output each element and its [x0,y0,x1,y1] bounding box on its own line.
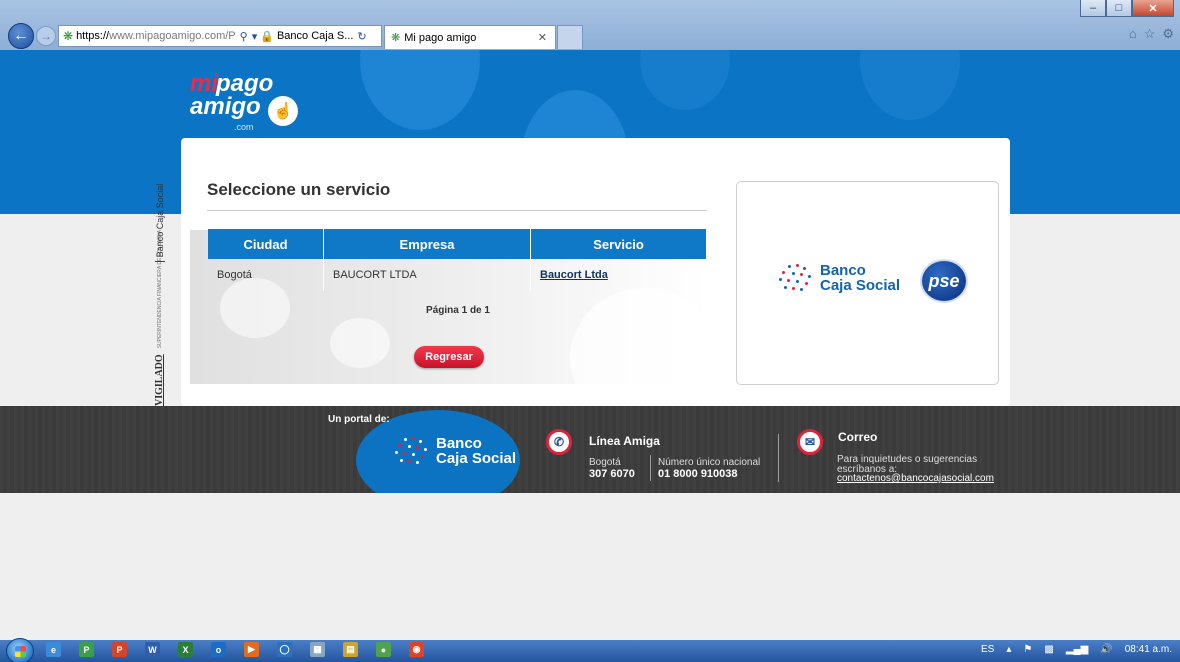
panel-decoration [330,318,390,368]
network-icon[interactable]: ▩ [1044,644,1053,655]
bank-name-line2: Caja Social [820,277,901,294]
tab-title: Mi pago amigo [404,31,477,44]
service-link[interactable]: Baucort Ltda [540,269,608,281]
vigilado-label: VIGILADO [154,354,165,406]
column-header-ciudad: Ciudad [208,229,324,259]
footer-bank-logo[interactable]: Banco Caja Social [394,436,516,466]
back-to-previous-button[interactable]: Regresar [414,346,484,368]
maximize-button[interactable]: □ [1106,0,1132,17]
header-decoration [860,50,960,120]
close-window-button[interactable]: ✕ [1132,0,1174,17]
page-title: Seleccione un servicio [207,180,391,199]
dropdown-arrow-icon[interactable]: ▾ [252,30,258,43]
outlook-icon[interactable]: o [211,642,226,657]
clock[interactable]: 08:41 a.m. [1125,644,1172,655]
internet-explorer-icon[interactable]: e [46,642,61,657]
bank-dots-icon [778,263,814,293]
window-title-bar [0,0,1180,18]
header-decoration [640,50,730,110]
site-identity[interactable]: Banco Caja S... [277,30,353,42]
column-header-servicio: Servicio [593,236,644,252]
pse-label: pse [928,270,960,291]
show-hidden-icons-icon[interactable]: ▴ [1006,644,1011,655]
table-header: Ciudad Empresa Servicio [208,229,706,259]
regulatory-badge: VIGILADO SUPERINTENDENCIA FINANCIERA DE … [140,176,168,406]
network-app-icon[interactable]: ● [376,642,391,657]
url-host: www.mipagoamigo.com [109,30,226,42]
media-player-icon[interactable]: ▶ [244,642,259,657]
search-icon[interactable]: ⚲ [240,30,248,43]
bank-name-line1: Banco [820,262,866,279]
footer-divider [778,434,779,482]
column-header-empresa: Empresa [324,229,531,259]
phone-divider [650,455,651,481]
linea-amiga-title: Línea Amiga [589,434,660,448]
cell-ciudad: Bogotá [208,259,324,291]
bogota-label: Bogotá [589,457,621,468]
volume-icon[interactable]: 🔊 [1100,644,1112,655]
minimize-button[interactable]: – [1080,0,1106,17]
national-phone: 01 8000 910038 [658,468,738,480]
lock-icon[interactable]: 🔒 [260,30,274,43]
mail-icon: ✉ [797,429,823,455]
settings-gear-icon[interactable]: ⚙ [1162,26,1174,42]
taskbar-apps: e P P W X o ▶ ◯ ▦ ▤ ● ◉ [46,642,424,657]
cell-empresa: BAUCORT LTDA [324,259,531,291]
correo-title: Correo [838,430,878,444]
start-button[interactable] [6,638,34,662]
footer-bank-name-line1: Banco [436,435,482,452]
action-center-flag-icon[interactable]: ⚑ [1023,644,1032,655]
document-icon[interactable]: ▦ [310,642,325,657]
signal-icon[interactable]: ▂▄▆ [1066,644,1088,655]
footer-bank-dots-icon [394,436,430,466]
chrome-icon[interactable]: ◉ [409,642,424,657]
window-controls: – □ ✕ [1080,0,1174,17]
national-label: Número único nacional [658,457,761,468]
superintendencia-label: SUPERINTENDENCIA FINANCIERA DE COLOMBIA [156,229,163,349]
pointing-hand-icon: ☝ [268,96,298,126]
tab-favicon-icon: ❋ [391,32,401,44]
url-scheme: https:// [76,30,110,42]
url-path: /P [225,30,236,42]
home-icon[interactable]: ⌂ [1129,26,1137,42]
pagination-label: Página 1 de 1 [426,305,490,316]
title-divider [207,210,707,211]
powerpoint-icon[interactable]: P [112,642,127,657]
word-icon[interactable]: W [145,642,160,657]
site-favicon-icon: ❋ [63,29,74,43]
refresh-icon[interactable]: ↻ [357,30,366,43]
portal-label: Un portal de: [328,414,390,425]
address-bar[interactable]: ❋ https://www.mipagoamigo.com/P ⚲ ▾ 🔒 Ba… [58,25,382,47]
new-tab-button[interactable] [557,25,583,49]
pse-logo: pse [920,259,968,303]
close-tab-icon[interactable]: ✕ [538,31,547,44]
excel-icon[interactable]: X [178,642,193,657]
badge-bank-name: Banco Caja Social [154,183,165,263]
table-row: Bogotá BAUCORT LTDA Baucort Ltda [208,259,706,291]
system-tray: ES ▴ ⚑ ▩ ▂▄▆ 🔊 08:41 a.m. [981,644,1172,655]
footer-bank-name-line2: Caja Social [436,450,517,467]
browser-toolbar-icons: ⌂ ☆ ⚙ [1129,26,1174,42]
browser-tab-active[interactable]: ❋ Mi pago amigo ✕ [384,25,556,49]
forward-button[interactable]: → [36,26,56,46]
favorites-star-icon[interactable]: ☆ [1144,26,1156,42]
browser-chrome: – □ ✕ ← → ❋ https://www.mipagoamigo.com /… [0,0,1180,50]
phone-icon: ✆ [546,429,572,455]
folder-icon[interactable]: ▤ [343,642,358,657]
banco-caja-social-logo: Banco Caja Social [778,263,900,293]
back-button[interactable]: ← [8,23,34,49]
bogota-phone: 307 6070 [589,468,635,480]
services-table: Ciudad Empresa Servicio Bogotá BAUCORT L… [208,229,706,291]
publisher-icon[interactable]: P [79,642,94,657]
language-indicator[interactable]: ES [981,644,994,655]
app-icon[interactable]: ◯ [277,642,292,657]
header-decoration [360,50,480,130]
contact-email-link[interactable]: contactenos@bancocajasocial.com [837,473,994,484]
